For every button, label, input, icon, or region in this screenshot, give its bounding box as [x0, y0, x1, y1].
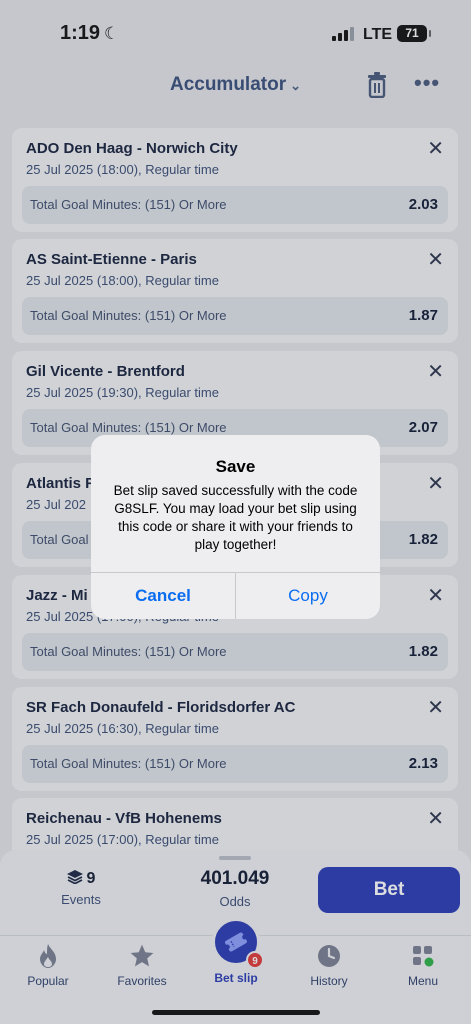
dialog-message: Bet slip saved successfully with the cod… — [113, 483, 358, 552]
cancel-button[interactable]: Cancel — [91, 573, 235, 619]
dialog-title: Save — [215, 457, 256, 476]
save-dialog: Save Bet slip saved successfully with th… — [91, 435, 380, 619]
copy-button[interactable]: Copy — [236, 573, 380, 619]
